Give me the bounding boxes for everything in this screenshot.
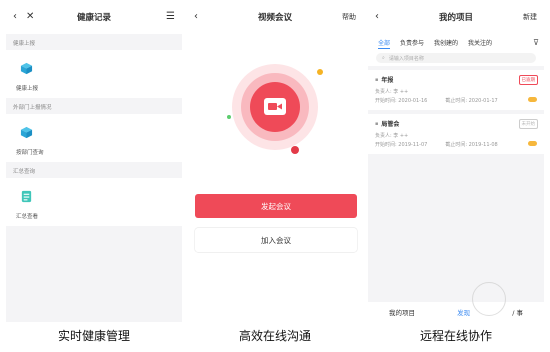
project-start: 开始时间: 2019-11-07 [375,142,428,148]
start-meeting-button[interactable]: 发起会议 [195,194,357,218]
section-label: 健康上报 [13,41,36,47]
project-end: 截止时间: 2019-11-08 [445,142,498,148]
project-item[interactable]: ▪ 年报 负责人: 李 ++ 开始时间: 2020-01-16 截止时间: 20… [368,70,544,110]
project-owner: 负责人: 李 ++ [375,89,409,95]
back-icon[interactable]: ‹ [375,12,379,22]
decor-dot [227,115,231,119]
summary-card[interactable]: 汇总查看 [6,178,182,226]
filter-icon[interactable]: ⊽ [533,38,539,47]
caption-collaboration: 远程在线协作 [419,329,492,343]
phone-health-records: ‹ ✕ 健康记录 ☰ 健康上报 健康上报 外部门上报情况 按部门查询 汇总查询 … [6,0,182,322]
phone-video-meeting: ‹ 视频会议 帮助 发起会议 加入会议 [187,0,363,322]
folder-icon: ▪ [375,76,379,83]
project-name: 年报 [381,77,394,84]
top-bar: ‹ 我的项目 新建 [368,0,544,34]
close-icon[interactable]: ✕ [26,12,34,22]
project-name: 局管会 [381,121,400,128]
card-label: 汇总查看 [16,214,39,220]
folder-icon: ▪ [375,120,379,127]
health-report-card[interactable]: 健康上报 [6,50,182,98]
page-title: 我的项目 [438,13,473,23]
status-badge: 未开始 [518,119,538,129]
project-owner: 负责人: 李 ++ [375,133,409,139]
search-icon: ⌕ [382,55,385,61]
top-bar: ‹ ✕ 健康记录 ☰ [6,0,182,34]
video-camera-icon [264,98,286,115]
tab-following[interactable]: 我关注的 [463,34,497,50]
project-item[interactable]: ▪ 局管会 负责人: 李 ++ 开始时间: 2019-11-07 截止时间: 2… [368,114,544,154]
bottom-nav: 我的项目 发现 / 事 [368,302,544,322]
tab-participating[interactable]: 负责参与 [395,34,429,50]
back-icon[interactable]: ‹ [194,12,198,22]
nav-my-projects[interactable]: 我的项目 [389,307,415,317]
decor-dot [317,69,323,75]
card-label: 健康上报 [16,86,39,92]
cube-icon [20,126,33,139]
tab-bar: 全部 负责参与 我创建的 我关注的 ⊽ [368,34,544,50]
page-title: 视频会议 [257,13,292,23]
section-label: 汇总查询 [13,169,36,175]
watermark-seal [472,282,506,316]
search-placeholder: 请输入项目名称 [388,55,424,62]
decor-dot [291,146,299,154]
tab-created[interactable]: 我创建的 [429,34,463,50]
toggle-icon[interactable] [528,141,537,146]
join-meeting-button[interactable]: 加入会议 [195,228,357,252]
caption-communication: 高效在线沟通 [238,329,311,343]
top-bar: ‹ 视频会议 帮助 [187,0,363,34]
department-query-card[interactable]: 按部门查询 [6,114,182,162]
nav-discover[interactable]: 发现 [457,307,470,317]
new-project-button[interactable]: 新建 [523,12,537,22]
project-end: 截止时间: 2020-01-17 [445,98,498,104]
menu-icon[interactable]: ☰ [166,12,175,22]
search-bar: ⌕ 请输入项目名称 [368,50,544,66]
section-label: 外部门上报情况 [13,105,52,111]
caption-health: 实时健康管理 [57,329,130,343]
project-start: 开始时间: 2020-01-16 [375,98,428,104]
toggle-icon[interactable] [528,97,537,102]
status-badge: 已逾期 [518,75,538,85]
document-icon [21,190,32,203]
back-icon[interactable]: ‹ [13,12,17,22]
help-link[interactable]: 帮助 [342,12,356,22]
search-input[interactable]: ⌕ 请输入项目名称 [376,53,536,63]
nav-tasks[interactable]: / 事 [512,307,523,317]
cube-icon [20,62,33,75]
video-call-illustration [232,64,318,150]
phone-my-projects: ‹ 我的项目 新建 全部 负责参与 我创建的 我关注的 ⊽ ⌕ 请输入项目名称 … [368,0,544,322]
tab-all[interactable]: 全部 [373,34,395,50]
card-label: 按部门查询 [16,150,44,156]
